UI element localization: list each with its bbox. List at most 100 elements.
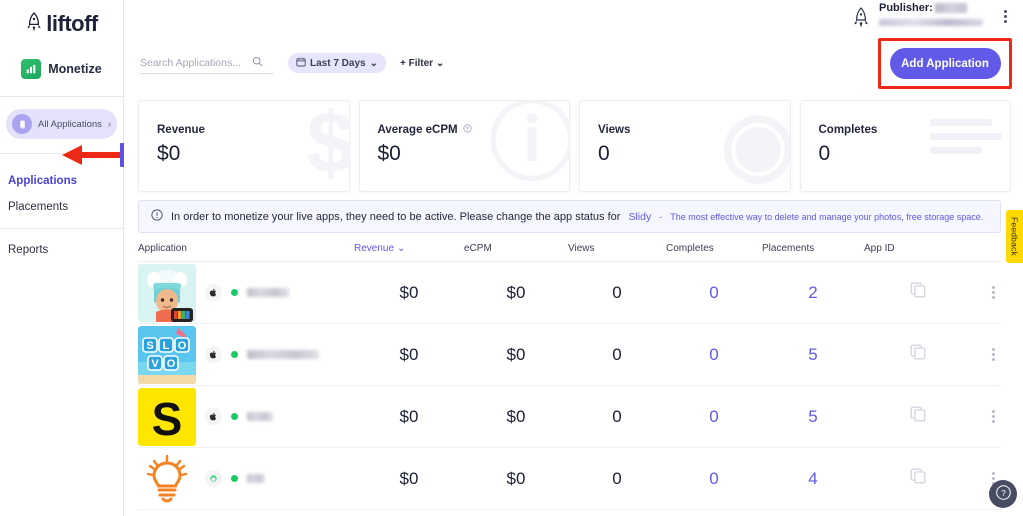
sidebar: liftoff Monetize All Applications › Appl…: [0, 0, 125, 516]
add-filter-button[interactable]: + Filter ⌄: [400, 58, 444, 69]
feedback-label: Feedback: [1009, 217, 1020, 256]
publisher-info: Publisher:: [879, 2, 983, 26]
app-id-cell[interactable]: [864, 405, 972, 428]
column-header-views[interactable]: Views: [568, 243, 666, 254]
kebab-menu-icon[interactable]: [992, 410, 995, 423]
application-cell: S: [138, 387, 354, 446]
views-cell: 0: [612, 282, 622, 302]
revenue-cell: $0: [399, 282, 419, 302]
table-row[interactable]: $0 $0 0 0 2: [138, 262, 1001, 324]
add-application-highlight: Add Application: [878, 38, 1012, 89]
apple-icon: [205, 346, 222, 363]
ecpm-cell: $0: [506, 282, 526, 302]
apple-icon: [205, 408, 222, 425]
sidebar-divider-3: [0, 228, 123, 229]
search-input[interactable]: [140, 56, 252, 69]
question-circle-icon: ?: [995, 484, 1012, 504]
column-header-revenue[interactable]: Revenue ⌄: [354, 243, 464, 254]
column-header-ecpm[interactable]: eCPM: [464, 243, 568, 254]
views-cell: 0: [612, 344, 622, 364]
column-header-placements[interactable]: Placements: [762, 243, 864, 254]
help-button[interactable]: ?: [989, 480, 1017, 508]
sidebar-item-label: Applications: [8, 175, 78, 187]
add-application-button[interactable]: Add Application: [889, 48, 1001, 79]
svg-text:O: O: [167, 358, 176, 370]
app-id-cell[interactable]: [864, 281, 972, 304]
copy-icon[interactable]: [909, 405, 927, 428]
placements-cell[interactable]: 5: [762, 345, 864, 365]
top-bar: Publisher: Add Application: [124, 0, 1023, 89]
svg-text:?: ?: [1001, 488, 1006, 498]
app-id-cell[interactable]: [864, 467, 972, 490]
chevron-down-icon: ⌄: [369, 57, 378, 69]
svg-text:S: S: [146, 340, 153, 352]
table-row[interactable]: S $0 $0 0 0 5: [138, 386, 1001, 448]
svg-text:?: ?: [466, 127, 469, 133]
column-header-revenue-label: Revenue: [354, 243, 395, 254]
sidebar-item-reports[interactable]: Reports: [0, 237, 123, 263]
stat-card-value: $0: [157, 142, 181, 165]
feedback-tab[interactable]: Feedback: [1006, 210, 1023, 263]
completes-cell[interactable]: 0: [666, 407, 762, 427]
placements-cell[interactable]: 4: [762, 469, 864, 489]
status-indicator-active: [231, 351, 238, 358]
row-actions[interactable]: [972, 348, 1001, 361]
completes-cell[interactable]: 0: [666, 283, 762, 303]
monetize-product-switcher[interactable]: Monetize: [0, 52, 123, 86]
mobile-phone-icon: [12, 114, 32, 134]
app-name-redacted: [247, 288, 289, 297]
app-id-cell[interactable]: [864, 343, 972, 366]
row-actions[interactable]: [972, 410, 1001, 423]
sidebar-item-label: Placements: [8, 201, 69, 213]
chevron-right-icon: ›: [108, 119, 111, 129]
column-header-app-id[interactable]: App ID: [864, 243, 972, 254]
column-header-completes[interactable]: Completes: [666, 243, 762, 254]
sidebar-item-label: Reports: [8, 244, 49, 256]
account-kebab-menu-icon[interactable]: [1004, 10, 1007, 23]
search-applications-field[interactable]: [140, 52, 274, 74]
application-cell: [138, 449, 354, 508]
table-row[interactable]: $0 $0 0 0 4: [138, 448, 1001, 510]
info-circle-icon[interactable]: ?: [462, 124, 472, 136]
stat-card-revenue: $ Revenue $0: [138, 100, 350, 192]
stat-card-average-ecpm: ⓘ Average eCPM ? $0: [358, 100, 570, 192]
apple-icon: [205, 284, 222, 301]
stat-card-completes: Completes 0: [799, 100, 1011, 192]
status-indicator-active: [231, 289, 238, 296]
column-header-application[interactable]: Application: [138, 243, 354, 254]
app-icon-slovo: SLO VO: [138, 325, 196, 384]
sidebar-divider-2: [0, 153, 123, 154]
brand-logo[interactable]: liftoff: [0, 0, 123, 44]
sidebar-item-applications[interactable]: Applications: [0, 168, 123, 194]
app-icon-yellow-s: S: [138, 387, 196, 446]
liftoff-monetize-dashboard: liftoff Monetize All Applications › Appl…: [0, 0, 1023, 516]
sidebar-item-placements[interactable]: Placements: [0, 194, 123, 220]
brand-name: liftoff: [46, 11, 98, 36]
stat-card-label: Completes: [819, 124, 878, 136]
placements-cell[interactable]: 5: [762, 407, 864, 427]
status-indicator-active: [231, 413, 238, 420]
banner-app-link[interactable]: Slidy: [628, 211, 651, 223]
kebab-menu-icon[interactable]: [992, 348, 995, 361]
stat-cards: $ Revenue $0 ⓘ Average eCPM ?: [138, 100, 1011, 192]
applications-table: Application Revenue ⌄ eCPM Views Complet…: [138, 242, 1001, 510]
app-icon-lightbulb: [138, 449, 196, 508]
date-range-selector[interactable]: Last 7 Days ⌄: [288, 53, 386, 73]
copy-icon[interactable]: [909, 281, 927, 304]
copy-icon[interactable]: [909, 467, 927, 490]
completes-cell[interactable]: 0: [666, 469, 762, 489]
kebab-menu-icon[interactable]: [992, 286, 995, 299]
main-content: Publisher: Add Application Search Applic…: [124, 0, 1023, 516]
add-filter-label: + Filter: [399, 57, 434, 69]
banner-text: In order to monetize your live apps, the…: [171, 210, 621, 223]
bar-chart-icon: [21, 59, 42, 79]
all-applications-selector[interactable]: All Applications ›: [6, 109, 117, 139]
row-actions[interactable]: [972, 286, 1001, 299]
calendar-icon: [296, 57, 306, 70]
copy-icon[interactable]: [909, 343, 927, 366]
banner-separator: -: [659, 211, 663, 222]
completes-cell[interactable]: 0: [666, 345, 762, 365]
placements-cell[interactable]: 2: [762, 283, 864, 303]
table-row[interactable]: SLO VO $0 $0 0 0 5: [138, 324, 1001, 386]
stat-label-text: Revenue: [157, 124, 205, 136]
